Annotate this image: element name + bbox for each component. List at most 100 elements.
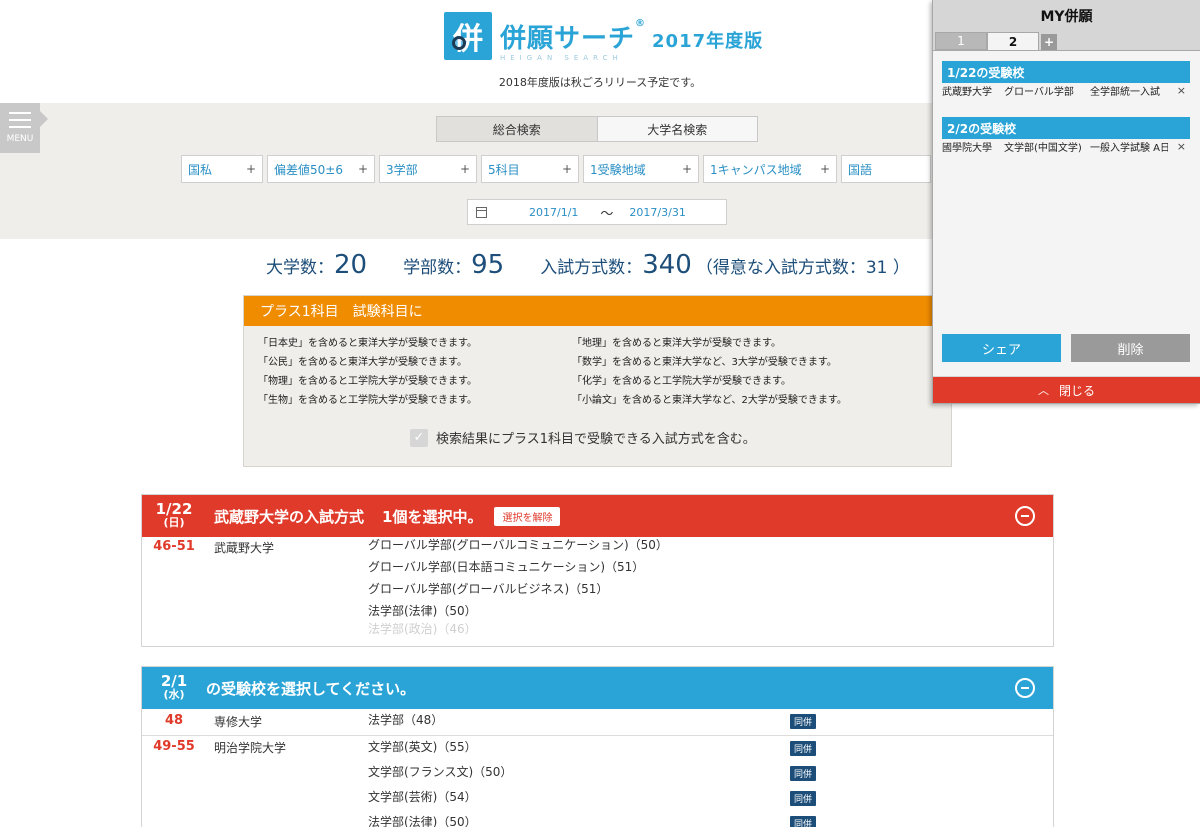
collapse-icon[interactable] xyxy=(1015,506,1035,526)
filter-campus-region[interactable]: 1キャンパス地域 + xyxy=(703,155,837,183)
exam-date-section-0201: 2/1 (水) の受験校を選択してください。 48 専修大学 法学部（48） 同… xyxy=(141,666,1054,827)
filter-label: 1受験地域 xyxy=(590,162,646,177)
date-to: 2017/3/31 xyxy=(629,205,686,219)
search-tabs: 総合検索 大学名検索 xyxy=(436,116,758,142)
department-item[interactable]: 法学部(法律)（50） xyxy=(368,600,668,622)
close-label: 閉じる xyxy=(1058,383,1095,398)
check-icon: ✓ xyxy=(413,430,425,445)
my-item-method: 全学部統一入試 xyxy=(1090,86,1160,98)
deviation-range: 49-55 xyxy=(153,739,195,754)
section-date: 2/1 (水) xyxy=(142,674,206,702)
plus-suggestion: 「日本史」を含めると東洋大学が受験できます。 xyxy=(258,338,477,349)
department-item[interactable]: 法学部(政治)（46） xyxy=(368,622,668,636)
deviation-range: 46-51 xyxy=(153,539,195,554)
department-item[interactable]: グローバル学部(日本語コミュニケーション)（51） xyxy=(368,556,668,578)
plus-icon: + xyxy=(819,162,830,176)
date-from: 2017/1/1 xyxy=(529,205,579,219)
department-item[interactable]: 文学部(フランス文)（50） xyxy=(368,760,512,785)
filter-label: 1キャンパス地域 xyxy=(710,162,802,177)
filter-exam-region[interactable]: 1受験地域 + xyxy=(583,155,699,183)
uni-count-value: 20 xyxy=(334,250,368,280)
logo-subtitle: HEIGAN SEARCH xyxy=(500,54,623,62)
plus-icon: + xyxy=(459,162,470,176)
plus-one-subject-title: プラス1科目 試験科目に xyxy=(244,296,951,326)
my-item-method: 一般入学試験 A日程 xyxy=(1090,142,1168,154)
section-title: の受験校を選択してください。 xyxy=(206,679,416,698)
same-date-badge: 同併 xyxy=(790,714,817,729)
calendar-icon xyxy=(476,206,487,218)
department-item[interactable]: 文学部(英文)（55） xyxy=(368,735,512,760)
filter-label: 3学部 xyxy=(386,162,418,177)
same-date-badge: 同併 xyxy=(790,766,817,781)
filter-subjects[interactable]: 5科目 + xyxy=(481,155,579,183)
university-name[interactable]: 専修大学 xyxy=(214,713,262,730)
section-header: 2/1 (水) の受験校を選択してください。 xyxy=(142,667,1053,709)
department-item[interactable]: グローバル学部(グローバルコミュニケーション)（50） xyxy=(368,534,668,556)
section-header: 1/22 (日) 武蔵野大学の入試方式 1個を選択中。 選択を解除 xyxy=(142,495,1053,537)
include-plus-one-option[interactable]: ✓ 検索結果にプラス1科目で受験できる入試方式を含む。 xyxy=(410,428,756,447)
clear-selection-button[interactable]: 選択を解除 xyxy=(494,506,561,526)
menu-button[interactable]: MENU xyxy=(0,103,48,153)
section-title: 武蔵野大学の入試方式 xyxy=(214,506,364,527)
plus-suggestion: 「物理」を含めると工学院大学が受験できます。 xyxy=(258,376,477,387)
table-row[interactable]: 48 専修大学 法学部（48） 同併 xyxy=(142,709,1053,735)
same-date-badge: 同併 xyxy=(790,816,817,827)
plus-icon: + xyxy=(245,162,256,176)
same-date-badge: 同併 xyxy=(790,741,817,756)
plus-suggestion: 「小論文」を含めると東洋大学など、2大学が受験できます。 xyxy=(572,395,847,406)
remove-icon[interactable]: × xyxy=(1177,140,1186,153)
dept-count-label: 学部数： xyxy=(403,258,472,278)
my-tab-1[interactable]: 1 xyxy=(935,32,987,50)
logo-title-text: 併願サーチ xyxy=(500,23,636,54)
magnifier-icon xyxy=(452,36,466,50)
filter-national-private[interactable]: 国私 + xyxy=(181,155,263,183)
filter-label: 5科目 xyxy=(488,162,520,177)
my-tab-2[interactable]: 2 xyxy=(987,32,1039,50)
filter-faculties[interactable]: 3学部 + xyxy=(379,155,477,183)
date-separator: 〜 xyxy=(600,206,614,222)
filter-label: 国語 xyxy=(848,162,873,177)
department-list: 文学部(英文)（55） 文学部(フランス文)（50） 文学部(芸術)（54） 法… xyxy=(368,735,512,827)
include-plus-one-checkbox[interactable]: ✓ xyxy=(410,428,428,447)
deviation-range: 48 xyxy=(164,713,184,728)
remove-icon[interactable]: × xyxy=(1177,84,1186,97)
department-item[interactable]: 法学部(法律)（50） xyxy=(368,810,512,827)
logo-mark: 併 xyxy=(444,12,492,60)
plus-suggestion: 「公民」を含めると東洋大学が受験できます。 xyxy=(258,357,467,368)
table-row[interactable]: 46-51 武蔵野大学 グローバル学部(グローバルコミュニケーション)（50） … xyxy=(142,537,1053,647)
delete-button[interactable]: 削除 xyxy=(1071,334,1190,362)
my-item-department: 文学部(中国文学) xyxy=(1004,142,1082,154)
collapse-icon[interactable] xyxy=(1015,678,1035,698)
plus-suggestion: 「地理」を含めると東洋大学が受験できます。 xyxy=(572,338,781,349)
exam-date-section-0122: 1/22 (日) 武蔵野大学の入試方式 1個を選択中。 選択を解除 46-51 … xyxy=(141,494,1054,647)
date-range-picker[interactable]: 2017/1/1 〜 2017/3/31 xyxy=(467,199,727,225)
plus-icon: + xyxy=(681,162,692,176)
filter-deviation[interactable]: 偏差値50±6 + xyxy=(267,155,375,183)
tab-general-search[interactable]: 総合検索 xyxy=(437,117,598,141)
department-item[interactable]: 法学部（48） xyxy=(368,709,443,731)
my-panel-body: 1/22の受験校 武蔵野大学 グローバル学部 全学部統一入試 × 2/2の受験校… xyxy=(933,50,1200,376)
my-item-university: 武蔵野大学 xyxy=(942,86,992,98)
department-item[interactable]: 文学部(芸術)（54） xyxy=(368,785,512,810)
department-list: 法学部（48） xyxy=(368,709,443,731)
logo-year: 2017年度版 xyxy=(652,30,764,52)
tab-university-search[interactable]: 大学名検索 xyxy=(597,117,757,141)
my-item-university: 國學院大學 xyxy=(942,142,992,154)
table-row[interactable]: 49-55 明治学院大学 文学部(英文)（55） 文学部(フランス文)（50） … xyxy=(142,735,1053,827)
share-button[interactable]: シェア xyxy=(942,334,1061,362)
menu-label: MENU xyxy=(6,134,34,144)
department-item[interactable]: グローバル学部(グローバルビジネス)（51） xyxy=(368,578,668,600)
site-logo[interactable]: 併 併願サーチ® 2017年度版 xyxy=(444,12,763,60)
university-name[interactable]: 明治学院大学 xyxy=(214,739,286,756)
add-tab-button[interactable]: + xyxy=(1041,34,1057,50)
section-date-weekday: (水) xyxy=(163,688,185,701)
hamburger-icon xyxy=(9,112,31,128)
my-list-item[interactable]: 國學院大學 文学部(中国文学) 一般入学試験 A日程 × xyxy=(942,137,1190,155)
section-date-weekday: (日) xyxy=(163,516,185,529)
university-name[interactable]: 武蔵野大学 xyxy=(214,539,274,556)
strong-method-count: （得意な入試方式数：31 ） xyxy=(695,258,910,278)
my-list-item[interactable]: 武蔵野大学 グローバル学部 全学部統一入試 × xyxy=(942,81,1190,99)
plus-suggestion: 「化学」を含めると工学院大学が受験できます。 xyxy=(572,376,791,387)
close-panel-button[interactable]: ︿ 閉じる xyxy=(933,377,1200,403)
filter-subject-japanese[interactable]: 国語 xyxy=(841,155,931,183)
